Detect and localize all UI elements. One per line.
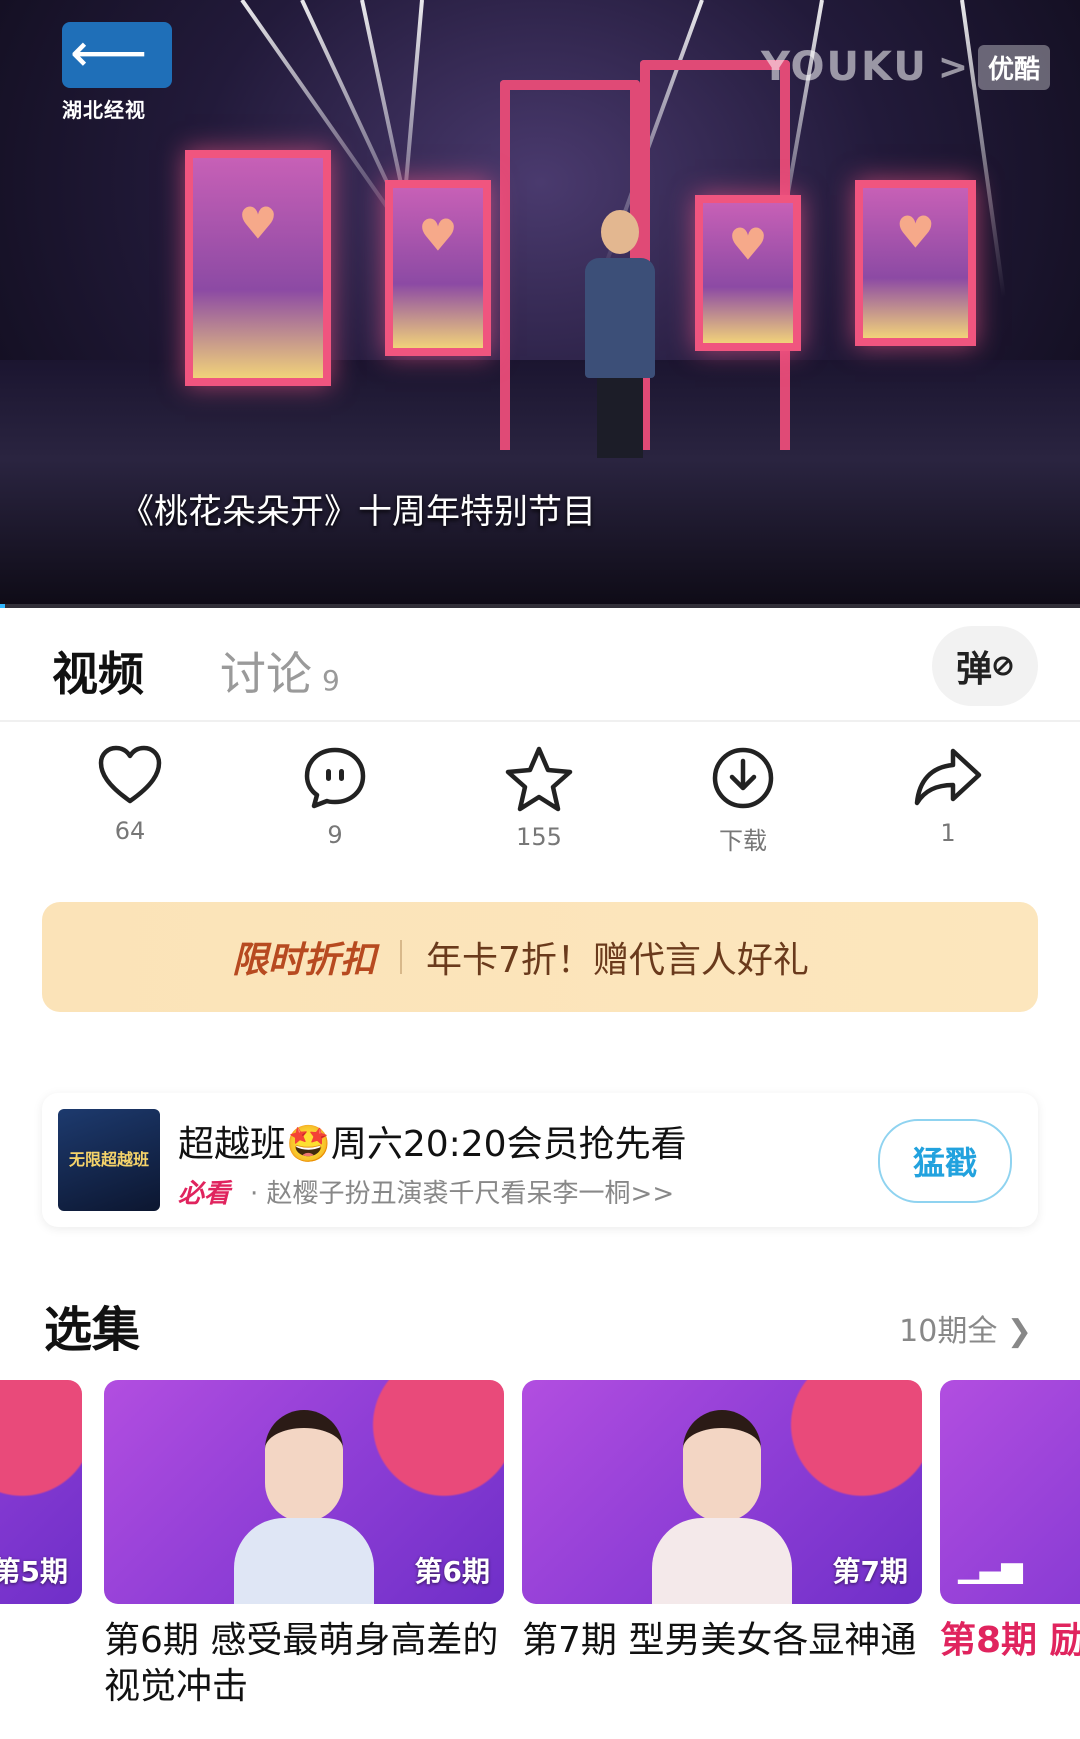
thumbnail-logo-text: 无限超越班	[68, 1150, 149, 1170]
danmu-toggle-button[interactable]: 弹	[932, 626, 1038, 706]
recommend-thumbnail: 无限超越班	[58, 1109, 160, 1211]
promo-tag: 限时折扣	[232, 940, 377, 981]
share-arrow-icon	[914, 748, 982, 806]
video-subtitle: 《桃花朵朵开》十周年特别节目	[120, 492, 596, 532]
star-icon	[505, 746, 573, 812]
stage-frame: ♥	[855, 180, 976, 346]
episode-badge: 第5期	[0, 1555, 68, 1588]
star-eyes-emoji-icon: 🤩	[286, 1124, 331, 1165]
episode-thumbnail: 第7期	[522, 1380, 922, 1604]
recommend-title: 超越班🤩周六20:20会员抢先看	[178, 1124, 687, 1165]
like-button[interactable]: 64	[70, 745, 190, 845]
recommend-subtitle: 必看 · 赵樱子扮丑演裘千尺看呆李一桐>>	[178, 1179, 675, 1209]
recommend-card[interactable]: 无限超越班 超越班🤩周六20:20会员抢先看 必看 · 赵樱子扮丑演裘千尺看呆李一…	[42, 1093, 1038, 1227]
tab-bar: 视频 讨论 9 弹	[0, 608, 1080, 722]
episode-title: 上场	[0, 1618, 82, 1664]
episode-badge: 第6期	[414, 1555, 490, 1588]
watch-now-button[interactable]: 猛戳	[878, 1119, 1012, 1203]
tab-discuss-label: 讨论	[220, 647, 312, 701]
download-icon	[712, 747, 774, 809]
share-count: 1	[940, 819, 956, 847]
like-count: 64	[114, 817, 146, 845]
episode-title: 第8期 励演嗨翻全	[940, 1620, 1080, 1661]
episode-thumbnail: 第5期	[0, 1380, 82, 1604]
host-figure	[585, 210, 655, 470]
comment-icon	[304, 747, 366, 809]
episode-thumbnail: 第6期	[104, 1380, 504, 1604]
episode-badge: 第7期	[832, 1555, 908, 1588]
action-row: 64 9 155 下载 1	[0, 745, 1080, 885]
danmu-off-icon	[993, 656, 1013, 676]
playing-bars-icon: ▁▃▅	[958, 1551, 1023, 1584]
episodes-heading: 选集	[44, 1302, 141, 1358]
tab-video[interactable]: 视频	[52, 638, 144, 704]
hubei-tv-logo: ⟵ 湖北经视	[62, 22, 172, 132]
episode-carousel[interactable]: 第5期 上场 第6期 第6期 感受最萌身高差的视觉冲击 第7期 第7期 型男美女…	[0, 1380, 1080, 1739]
episode-card[interactable]: 第5期 上场	[0, 1380, 82, 1664]
favorite-button[interactable]: 155	[479, 745, 599, 851]
episode-title: 第7期 型男美女各显神通	[522, 1620, 917, 1661]
comment-button[interactable]: 9	[275, 745, 395, 849]
danmu-label: 弹	[955, 649, 992, 690]
youku-watermark: YOUKU > 优酷	[761, 44, 1050, 90]
contestant-figure	[234, 1410, 374, 1604]
comment-count: 9	[327, 821, 343, 849]
all-episodes-link[interactable]: 10期全 ❯	[899, 1306, 1032, 1350]
stage-frame: ♥	[695, 195, 801, 351]
episode-card-playing[interactable]: ▁▃▅ 第8期 励演嗨翻全	[940, 1380, 1080, 1664]
tab-discuss[interactable]: 讨论 9	[220, 638, 340, 704]
contestant-figure	[652, 1410, 792, 1604]
share-button[interactable]: 1	[888, 745, 1008, 847]
vip-promo-banner[interactable]: 限时折扣 年卡7折！赠代言人好礼	[42, 902, 1038, 1012]
stage-frame: ♥	[385, 180, 491, 356]
episode-card[interactable]: 第7期 第7期 型男美女各显神通	[522, 1380, 922, 1664]
episode-card[interactable]: 第6期 第6期 感受最萌身高差的视觉冲击	[104, 1380, 504, 1710]
episode-thumbnail: ▁▃▅	[940, 1380, 1080, 1604]
episode-title: 第6期 感受最萌身高差的视觉冲击	[104, 1620, 499, 1707]
download-label: 下载	[719, 827, 767, 855]
heart-icon	[98, 745, 162, 804]
download-button[interactable]: 下载	[683, 745, 803, 856]
must-watch-tag: 必看	[178, 1179, 231, 1209]
discuss-count: 9	[322, 664, 340, 697]
video-player[interactable]: ♥ ♥ ♥ ♥ ⟵ 湖北经视 YOUKU > 优酷 《桃花朵朵开》十周年特别节目	[0, 0, 1080, 608]
favorite-count: 155	[516, 823, 562, 851]
promo-message: 年卡7折！赠代言人好礼	[426, 940, 809, 981]
stage-frame: ♥	[185, 150, 331, 386]
promo-divider	[400, 940, 403, 974]
